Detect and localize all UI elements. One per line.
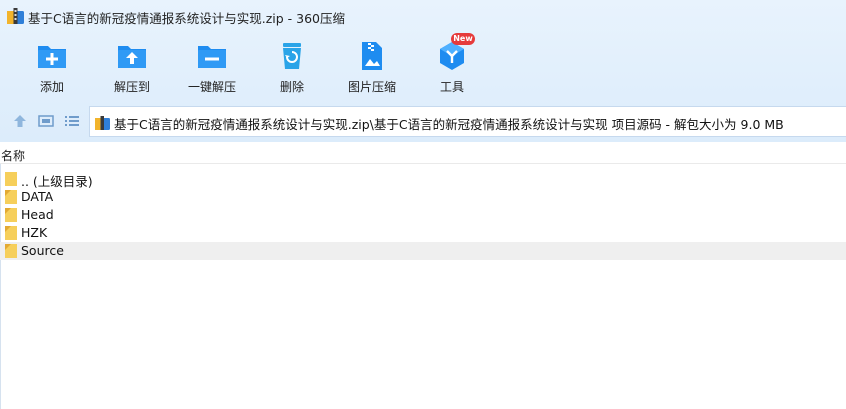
window-title: 基于C语言的新冠疫情通报系统设计与实现.zip - 360压缩: [28, 11, 345, 26]
extract-to-label: 解压到: [113, 80, 150, 94]
title-bar: 基于C语言的新冠疫情通报系统设计与实现.zip - 360压缩: [0, 0, 846, 32]
list-item-label: HZK: [21, 225, 48, 240]
list-item-parent[interactable]: .. (上级目录): [0, 170, 846, 189]
image-compress-icon: [362, 42, 382, 70]
one-click-extract-button[interactable]: 一键解压: [172, 36, 252, 96]
extract-folder-icon: [118, 46, 146, 68]
add-label: 添加: [39, 80, 64, 94]
folder-icon: [5, 244, 17, 258]
folder-icon: [5, 208, 17, 222]
extract-to-button[interactable]: 解压到: [92, 36, 172, 96]
tools-label: 工具: [439, 80, 464, 94]
navigation-bar: 基于C语言的新冠疫情通报系统设计与实现.zip\基于C语言的新冠疫情通报系统设计…: [0, 104, 846, 138]
folder-icon: [5, 190, 17, 204]
image-compress-button[interactable]: 图片压缩: [332, 36, 412, 96]
list-view-icon[interactable]: [64, 114, 80, 128]
archive-app-icon: [7, 8, 24, 24]
address-bar[interactable]: 基于C语言的新冠疫情通报系统设计与实现.zip\基于C语言的新冠疫情通报系统设计…: [89, 106, 846, 137]
recycle-bin-icon: [283, 43, 301, 69]
new-badge: New: [451, 33, 475, 45]
header-divider: [0, 163, 846, 164]
add-folder-icon: [38, 46, 66, 68]
delete-button[interactable]: 删除: [252, 36, 332, 96]
list-item-label: DATA: [21, 189, 54, 204]
toolbar: 添加 解压到 一键解压 删除 图片压缩 New 工具: [0, 33, 846, 96]
address-path: 基于C语言的新冠疫情通报系统设计与实现.zip\基于C语言的新冠疫情通报系统设计…: [114, 117, 784, 132]
image-compress-label: 图片压缩: [347, 80, 396, 94]
list-item-head[interactable]: Head: [0, 206, 846, 224]
column-header-name[interactable]: 名称: [1, 147, 25, 164]
one-click-extract-icon: [198, 46, 226, 68]
thumbnail-view-icon[interactable]: [38, 114, 54, 128]
list-item-label: Head: [21, 207, 54, 222]
list-item-hzk[interactable]: HZK: [0, 224, 846, 242]
list-item-source[interactable]: Source: [0, 242, 846, 260]
delete-label: 删除: [279, 80, 304, 94]
one-click-extract-label: 一键解压: [187, 80, 236, 94]
folder-icon: [5, 226, 17, 240]
parent-folder-icon: [5, 172, 17, 186]
archive-path-icon: [95, 116, 110, 130]
add-button[interactable]: 添加: [12, 36, 92, 96]
up-arrow-icon[interactable]: [12, 114, 28, 128]
list-item-data[interactable]: DATA: [0, 188, 846, 206]
list-item-label: Source: [21, 243, 64, 258]
tools-button[interactable]: New 工具: [412, 33, 492, 96]
